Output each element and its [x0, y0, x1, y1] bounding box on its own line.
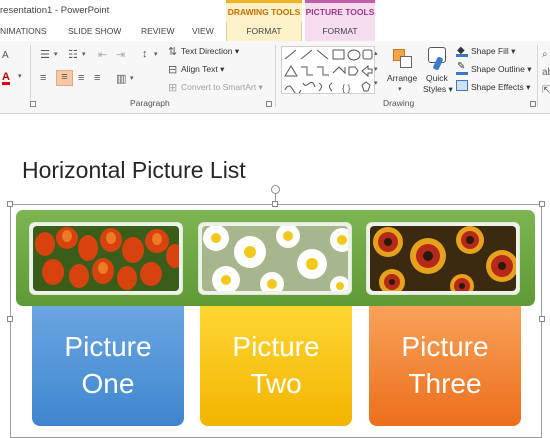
font-color-icon[interactable]: A	[2, 72, 10, 85]
picture-tools-label: PICTURE TOOLS	[305, 7, 375, 17]
font-dialog-launcher-icon[interactable]	[30, 101, 36, 107]
bullets-icon[interactable]: ☰	[40, 48, 50, 61]
daisies-image	[202, 226, 348, 291]
picture-frame-3[interactable]	[366, 222, 520, 295]
chevron-down-icon[interactable]: ▾	[54, 50, 58, 58]
align-text-icon[interactable]: ⊟	[168, 63, 177, 76]
drawing-dialog-launcher-icon[interactable]	[530, 101, 536, 107]
divider	[30, 45, 31, 107]
picture-frame-1[interactable]	[29, 222, 183, 295]
picture-frame-2[interactable]	[198, 222, 352, 295]
quick-styles-line2: Styles	[423, 84, 447, 94]
convert-smartart-label: Convert to SmartArt	[181, 82, 257, 92]
quick-styles-line1[interactable]: Quick	[426, 73, 448, 83]
resize-handle[interactable]	[7, 201, 13, 207]
tab-view[interactable]: VIEW	[192, 26, 214, 36]
replace-icon[interactable]: ab	[542, 67, 550, 78]
shape-effects-button[interactable]: Shape Effects ▾	[471, 82, 530, 93]
find-icon[interactable]: ⌕	[542, 49, 548, 60]
shapes-gallery[interactable]: { }	[281, 46, 375, 95]
arrange-icon[interactable]	[390, 47, 416, 71]
resize-handle[interactable]	[7, 316, 13, 322]
resize-handle[interactable]	[272, 201, 278, 207]
picture-one-card[interactable]: Picture One	[32, 306, 184, 426]
font-size-icon[interactable]: A	[2, 50, 9, 61]
chevron-down-icon[interactable]: ▾	[18, 72, 22, 80]
tulips-image	[33, 226, 179, 291]
chevron-down-icon[interactable]: ▾	[82, 50, 86, 58]
paragraph-dialog-launcher-icon[interactable]	[266, 101, 272, 107]
card-text: Picture Two	[200, 328, 352, 402]
paint-bucket-icon[interactable]: ◆	[456, 45, 468, 57]
columns-icon[interactable]: ▥	[116, 72, 126, 85]
shape-fill-button[interactable]: Shape Fill ▾	[471, 46, 515, 57]
tab-review[interactable]: REVIEW	[141, 26, 175, 36]
tab-drawing-format-label: FORMAT	[246, 26, 282, 36]
chevron-down-icon[interactable]: ▾	[130, 74, 134, 82]
decrease-indent-icon[interactable]: ⇤	[98, 48, 107, 61]
card-line1: Picture	[401, 331, 489, 362]
tab-picture-format[interactable]: FORMAT	[305, 22, 375, 41]
sunflowers-image	[370, 226, 516, 291]
arrange-button[interactable]: Arrange	[387, 73, 417, 83]
divider	[275, 45, 276, 107]
gallery-up-icon[interactable]: ▴	[374, 49, 378, 57]
tab-animations[interactable]: NIMATIONS	[0, 26, 47, 36]
tab-drawing-format[interactable]: FORMAT	[226, 22, 302, 42]
card-line1: Picture	[64, 331, 152, 362]
shape-effects-icon[interactable]	[456, 80, 468, 91]
picture-tools-context: PICTURE TOOLS	[305, 0, 375, 22]
card-line2: Three	[408, 368, 482, 399]
tab-slide-show[interactable]: SLIDE SHOW	[68, 26, 121, 36]
shape-effects-label: Shape Effects	[471, 82, 524, 92]
align-text-button[interactable]: Align Text ▾	[181, 64, 224, 75]
text-direction-icon[interactable]: ⇅	[168, 45, 177, 58]
drawing-group-label: Drawing	[383, 98, 415, 108]
line-spacing-icon[interactable]: ↕	[142, 48, 148, 60]
pen-outline-icon[interactable]: ✎	[456, 61, 468, 75]
ribbon: A A ▾ ☰ ▾ ☷ ▾ ⇤ ⇥ ↕ ▾ ≡ ≡ ≡ ≡ ▥ ▾ ⇅ Text…	[0, 41, 550, 114]
window-title: resentation1 - PowerPoint	[0, 5, 110, 16]
shapes-gallery-icons: { }	[284, 49, 373, 95]
gallery-more-icon[interactable]: ▾	[374, 79, 378, 87]
text-direction-button[interactable]: Text Direction ▾	[181, 46, 239, 57]
card-text: Picture Three	[369, 328, 521, 402]
shape-fill-label: Shape Fill	[471, 46, 509, 56]
chevron-down-icon[interactable]: ▾	[154, 50, 158, 58]
rotate-handle-icon[interactable]	[271, 185, 280, 194]
resize-handle[interactable]	[539, 201, 545, 207]
shape-outline-button[interactable]: Shape Outline ▾	[471, 64, 532, 75]
numbering-icon[interactable]: ☷	[68, 48, 78, 61]
quick-styles-icon[interactable]	[424, 45, 448, 71]
convert-smartart-button[interactable]: Convert to SmartArt ▾	[181, 82, 263, 93]
card-line2: Two	[250, 368, 302, 399]
card-line2: One	[81, 368, 135, 399]
align-text-label: Align Text	[181, 64, 218, 74]
chevron-down-icon[interactable]: ▾	[398, 85, 402, 93]
divider	[537, 45, 538, 107]
select-icon[interactable]: ⇱	[542, 85, 550, 96]
slide-title[interactable]: Horizontal Picture List	[22, 157, 246, 184]
align-right-icon[interactable]: ≡	[78, 72, 84, 84]
picture-two-card[interactable]: Picture Two	[200, 306, 352, 426]
tab-picture-format-label: FORMAT	[322, 26, 358, 36]
svg-text:{ }: { }	[342, 83, 351, 93]
card-line1: Picture	[232, 331, 320, 362]
picture-three-card[interactable]: Picture Three	[369, 306, 521, 426]
quick-styles-button[interactable]: Styles ▾	[423, 84, 453, 95]
smartart-icon[interactable]: ⊞	[168, 81, 177, 94]
drawing-tools-label: DRAWING TOOLS	[227, 7, 301, 17]
drawing-tools-context: DRAWING TOOLS	[226, 0, 302, 22]
paragraph-group-label: Paragraph	[130, 98, 170, 108]
gallery-down-icon[interactable]: ▾	[374, 65, 378, 73]
shape-outline-label: Shape Outline	[471, 64, 525, 74]
align-left-icon[interactable]: ≡	[40, 72, 46, 84]
text-direction-label: Text Direction	[181, 46, 233, 56]
card-text: Picture One	[32, 328, 184, 402]
resize-handle[interactable]	[539, 316, 545, 322]
align-center-icon[interactable]: ≡	[56, 70, 73, 86]
justify-icon[interactable]: ≡	[94, 72, 100, 84]
increase-indent-icon[interactable]: ⇥	[116, 48, 125, 61]
